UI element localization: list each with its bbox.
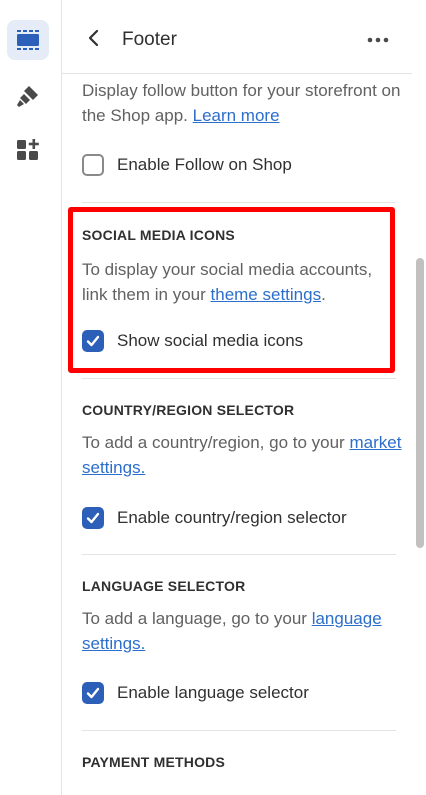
country-selector-checkbox[interactable] [82, 507, 104, 529]
divider [82, 378, 396, 379]
payment-methods-heading: PAYMENT METHODS [82, 754, 226, 770]
language-selector-label: Enable language selector [117, 683, 309, 702]
follow-on-shop-row[interactable]: Enable Follow on Shop [82, 152, 292, 178]
checkmark-icon [86, 687, 100, 699]
language-description-text: To add a language, go to your [82, 609, 307, 628]
theme-settings-button[interactable] [7, 76, 49, 116]
chevron-left-icon [87, 29, 101, 52]
ellipsis-icon [367, 30, 389, 48]
learn-more-link[interactable]: Learn more [193, 106, 280, 125]
page-title: Footer [122, 29, 177, 50]
country-selector-label: Enable country/region selector [117, 508, 347, 527]
country-description-text: To add a country/region, go to your [82, 433, 345, 452]
checkmark-icon [86, 512, 100, 524]
settings-panel: Display follow button for your storefron… [62, 74, 412, 795]
paintbrush-icon [15, 83, 41, 109]
scrollbar-thumb[interactable] [416, 258, 424, 548]
follow-on-shop-checkbox[interactable] [82, 154, 104, 176]
more-actions-button[interactable] [362, 29, 394, 49]
theme-editor: Footer Display follow button for your st… [0, 0, 426, 795]
divider [82, 202, 396, 203]
country-description: To add a country/region, go to your mark… [82, 430, 402, 480]
country-selector-row[interactable]: Enable country/region selector [82, 505, 347, 531]
divider [82, 554, 396, 555]
language-selector-checkbox[interactable] [82, 682, 104, 704]
language-selector-row[interactable]: Enable language selector [82, 680, 309, 706]
apps-button[interactable] [7, 130, 49, 170]
language-description: To add a language, go to your language s… [82, 606, 402, 656]
language-heading: LANGUAGE SELECTOR [82, 578, 246, 594]
highlight-box [68, 207, 395, 373]
sections-button[interactable] [7, 20, 49, 60]
left-rail [0, 0, 62, 795]
divider [82, 730, 396, 731]
sections-icon [15, 28, 41, 52]
apps-icon [15, 137, 41, 163]
back-button[interactable] [82, 26, 106, 54]
follow-on-shop-label: Enable Follow on Shop [117, 155, 292, 174]
shop-description: Display follow button for your storefron… [82, 78, 402, 128]
country-heading: COUNTRY/REGION SELECTOR [82, 402, 295, 418]
panel-header: Footer [62, 0, 412, 74]
